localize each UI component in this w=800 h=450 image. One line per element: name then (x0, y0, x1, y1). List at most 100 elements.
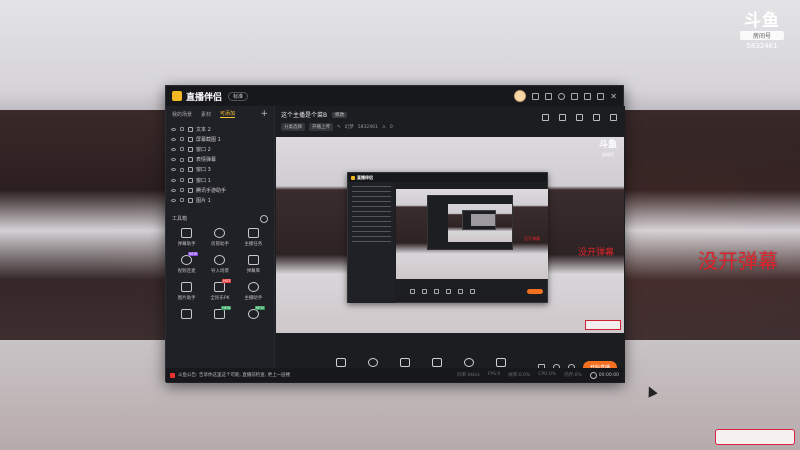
nested-preview: 没开弹幕 (396, 189, 548, 279)
viewer-icon: ♙ (381, 124, 386, 130)
tab-my-scenes[interactable]: 我的场景 (172, 111, 192, 118)
lock-icon[interactable] (180, 178, 184, 183)
tool-room-admin[interactable]: 房管助手 (203, 227, 236, 247)
tool-extra-3[interactable]: NEW (237, 305, 270, 322)
edit-pen-icon[interactable]: ✎ (337, 125, 341, 130)
stat-drop: 帧率:0.0% (508, 373, 531, 378)
scene-item[interactable]: 窗口 2 (166, 144, 274, 154)
tool-label: 图片助手 (177, 295, 196, 301)
add-source-button[interactable]: + (260, 109, 268, 119)
user-avatar[interactable] (514, 90, 527, 102)
notice-icon (170, 372, 175, 378)
window-icon (188, 177, 193, 183)
menu-icon[interactable] (571, 92, 579, 100)
stat-bitrate: 码率:0kb/s (457, 373, 480, 378)
scene-item[interactable]: 图片 1 (166, 195, 274, 205)
eye-icon[interactable] (171, 127, 176, 131)
watermark-logo: 斗鱼 (744, 11, 780, 31)
share-icon[interactable] (610, 114, 617, 121)
lock-icon[interactable] (180, 167, 184, 172)
nested-go-live-button (527, 288, 543, 294)
live-companion-window: 直播伴侣 标准 ✕ 我的场景 素材 可添加 + 文本 2 屏幕截图 1 窗口 2… (165, 85, 625, 383)
tool-label: 导入场景 (210, 268, 229, 274)
title-bar[interactable]: 直播伴侣 标准 ✕ (166, 86, 623, 106)
lock-icon[interactable] (180, 127, 184, 132)
stream-stats: 码率:0kb/s FPS:0 帧率:0.0% CPU:0% 内存:0% (457, 372, 582, 378)
eye-icon[interactable] (171, 188, 176, 192)
lock-icon[interactable] (180, 188, 184, 193)
tool-label: 弹幕助手 (177, 241, 196, 247)
eye-icon[interactable] (171, 147, 176, 151)
video-link-icon: NEW (181, 251, 199, 265)
stream-header: 这个主播是个菜B 修改 分类选择 开播上传 ✎ 幻梦 5832461 ♙ 0 (275, 106, 625, 134)
scene-item-label: 屏幕截图 1 (196, 136, 221, 143)
edit-title-button[interactable]: 修改 (332, 111, 348, 118)
scene-item[interactable]: 腾讯手游助手 (166, 185, 274, 195)
message-icon[interactable] (532, 92, 540, 100)
scene-item[interactable]: 窗口 1 (166, 175, 274, 185)
new-badge: NEW (221, 305, 232, 310)
refresh-icon[interactable] (260, 214, 268, 223)
close-icon[interactable]: ✕ (610, 92, 617, 100)
scene-item[interactable]: 表情弹幕 (166, 155, 274, 165)
gift-icon[interactable] (545, 92, 553, 100)
live-preview[interactable]: 斗鱼 房间号 没开弹幕 直播伴侣 没开弹幕 (276, 137, 624, 333)
image-tool-icon (181, 281, 193, 292)
tool-label: 视频连麦 (177, 268, 196, 274)
lock-icon[interactable] (180, 198, 184, 203)
tab-addable[interactable]: 可添加 (220, 110, 236, 118)
category-select-button[interactable]: 分类选择 (281, 123, 305, 131)
eye-icon[interactable] (171, 178, 176, 182)
watermark-sub: 房间号 (740, 31, 784, 40)
tool-pk[interactable]: HOT 全民乐PK (203, 278, 236, 301)
tool-label: 主播任务 (244, 241, 263, 247)
tool-video-link[interactable]: NEW 视频连麦 (170, 251, 203, 274)
badge-icon: NEW (247, 305, 265, 319)
eye-icon[interactable] (171, 158, 176, 162)
lock-icon[interactable] (180, 157, 184, 162)
tool-danmu-library[interactable]: 弹幕库 (237, 254, 270, 274)
preview-danmu-text: 没开弹幕 (578, 248, 615, 258)
tool-streamer-task[interactable]: 主播任务 (237, 227, 270, 247)
bell-icon[interactable] (593, 114, 600, 121)
version-badge[interactable]: 标准 (228, 91, 249, 101)
meta-text: 幻梦 (344, 125, 354, 130)
tool-streamer-helper[interactable]: 主播助手 (237, 281, 270, 301)
gift-box-icon: NEW (214, 305, 232, 319)
announcement-text[interactable]: 斗鱼公告: 告诉你这里这个可能, 直播前检查, 更上一层楼 (178, 372, 290, 378)
admin-icon (214, 227, 226, 238)
scene-item[interactable]: 窗口 3 (166, 165, 274, 175)
speaker-icon (496, 358, 506, 367)
tool-import-scene[interactable]: 导入场景 (203, 254, 236, 274)
tool-extra-2[interactable]: NEW (203, 305, 236, 322)
scene-item[interactable]: 文本 2 (166, 124, 274, 134)
record-icon[interactable] (576, 114, 583, 121)
eye-icon[interactable] (171, 137, 176, 141)
lock-icon[interactable] (180, 137, 184, 142)
maximize-icon[interactable] (597, 92, 605, 100)
danmu-overlay-text: 没开弹幕 (698, 249, 778, 273)
text-icon (188, 126, 193, 132)
minimize-icon[interactable] (584, 92, 592, 100)
preview-watermark: 斗鱼 房间号 (599, 141, 617, 159)
calendar-icon[interactable] (559, 114, 566, 121)
scene-item[interactable]: 屏幕截图 1 (166, 134, 274, 144)
mic-icon (464, 358, 474, 367)
eye-icon[interactable] (171, 168, 176, 172)
gift-box-icon[interactable] (542, 114, 549, 121)
scene-item-label: 表情弹幕 (196, 157, 217, 164)
settings-icon[interactable] (558, 92, 566, 100)
preview-watermark-sub: 房间号 (601, 152, 614, 157)
live-upload-button[interactable]: 开播上传 (309, 123, 333, 131)
toolbox-title: 工具箱 (172, 216, 188, 222)
tool-danmu-assistant[interactable]: 弹幕助手 (170, 227, 203, 247)
tool-extra-1[interactable] (170, 308, 203, 322)
tab-materials[interactable]: 素材 (201, 111, 211, 118)
tool-image-assistant[interactable]: 图片助手 (170, 281, 203, 301)
lock-icon[interactable] (180, 147, 184, 152)
eye-icon[interactable] (171, 198, 176, 202)
scene-item-label: 文本 2 (196, 126, 211, 133)
stat-fps: FPS:0 (487, 372, 501, 377)
watermark-room-id: 5832461 (746, 42, 778, 50)
meta-room-id: 5832461 (357, 124, 378, 130)
